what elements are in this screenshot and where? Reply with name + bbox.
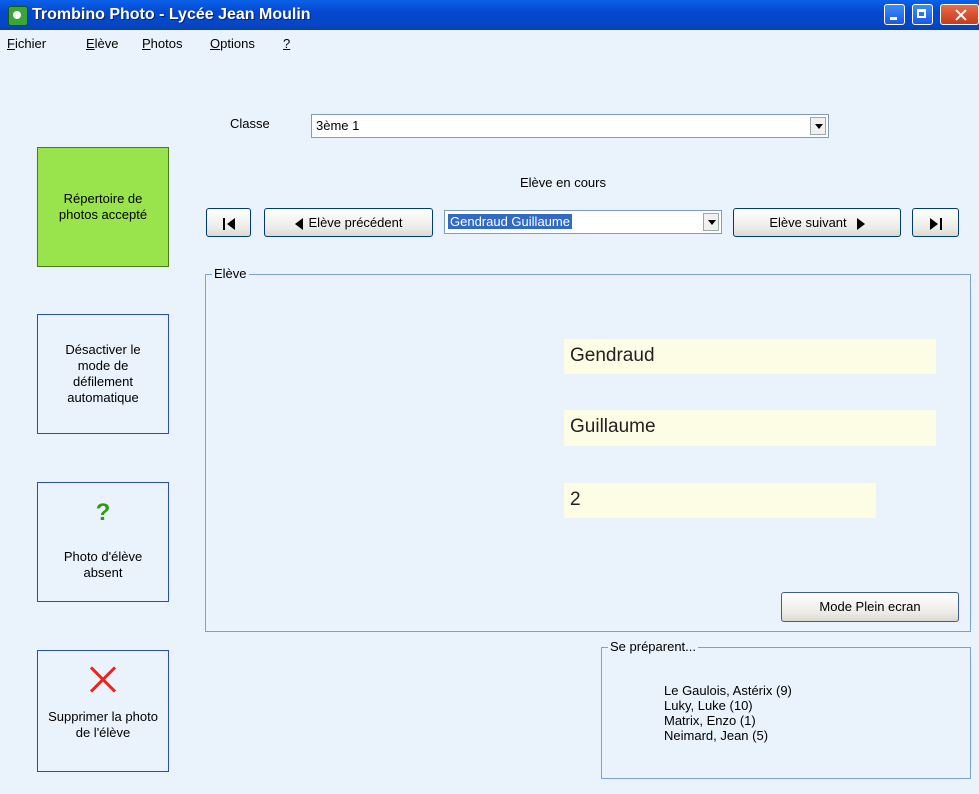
- student-firstname-field: Guillaume: [564, 410, 936, 446]
- maximize-button[interactable]: [912, 4, 933, 25]
- menu-options-label: ptions: [220, 36, 255, 51]
- student-groupbox: Elève: [205, 266, 971, 632]
- photo-directory-label: Répertoire de photos accepté: [58, 191, 148, 222]
- current-student-select[interactable]: Gendraud Guillaume: [444, 210, 722, 234]
- menu-eleve-label: lève: [94, 36, 119, 51]
- menu-eleve-mnemonic: E: [86, 36, 95, 51]
- absent-student-label: Photo d'élève absent: [63, 549, 143, 580]
- delete-student-photo-button[interactable]: Supprimer la photo de l'élève: [37, 650, 169, 772]
- first-student-button[interactable]: [206, 208, 251, 237]
- window-title: Trombino Photo - Lycée Jean Moulin: [32, 6, 311, 23]
- current-student-label: Elève en cours: [520, 175, 606, 190]
- menu-fichier-label: ichier: [14, 36, 47, 51]
- menu-fichier-mnemonic: F: [7, 36, 15, 51]
- previous-student-button[interactable]: Elève précédent: [264, 208, 433, 237]
- app-icon: [8, 6, 28, 26]
- disable-autoscroll-label: Désactiver le mode de défilement automat…: [65, 342, 141, 405]
- classe-value: 3ème 1: [316, 118, 360, 133]
- previous-student-label: Elève précédent: [308, 215, 403, 230]
- student-group-title: Elève: [212, 266, 249, 281]
- app-window: Trombino Photo - Lycée Jean Moulin Fichi…: [0, 0, 979, 794]
- fullscreen-mode-label: Mode Plein ecran: [819, 599, 921, 614]
- current-student-value: Gendraud Guillaume: [448, 214, 572, 229]
- title-bar[interactable]: Trombino Photo - Lycée Jean Moulin: [0, 0, 979, 30]
- preparing-group-title: Se préparent...: [608, 639, 698, 654]
- next-student-button[interactable]: Elève suivant: [733, 208, 901, 237]
- list-item: Matrix, Enzo (1): [664, 713, 756, 728]
- menu-eleve[interactable]: Elève: [86, 36, 119, 51]
- preparing-list: Le Gaulois, Astérix (9) Luky, Luke (10) …: [664, 683, 792, 743]
- next-student-label: Elève suivant: [769, 215, 847, 230]
- minimize-button[interactable]: [884, 4, 905, 25]
- arrow-right-icon: [856, 217, 865, 230]
- menu-options-mnemonic: O: [210, 36, 221, 51]
- delete-student-photo-label: Supprimer la photo de l'élève: [48, 709, 158, 740]
- student-lastname-field: Gendraud: [564, 339, 936, 374]
- menu-help[interactable]: ?: [283, 36, 290, 51]
- chevron-down-icon[interactable]: [810, 117, 826, 135]
- menu-bar: Fichier Elève Photos Options ?: [0, 30, 979, 60]
- menu-photos-label: hotos: [150, 36, 183, 51]
- chevron-down-icon[interactable]: [703, 213, 719, 231]
- disable-autoscroll-button[interactable]: Désactiver le mode de défilement automat…: [37, 314, 169, 434]
- skip-first-icon: [222, 215, 235, 230]
- list-item: Neimard, Jean (5): [664, 728, 769, 743]
- delete-x-icon: [89, 665, 117, 693]
- menu-photos[interactable]: Photos: [142, 36, 182, 51]
- close-button[interactable]: [940, 4, 979, 25]
- list-item: Luky, Luke (10): [664, 698, 753, 713]
- classe-select[interactable]: 3ème 1: [311, 114, 829, 138]
- question-icon: ?: [95, 499, 111, 526]
- absent-student-photo-button[interactable]: ? Photo d'élève absent: [37, 482, 169, 602]
- menu-help-mnemonic: ?: [283, 36, 291, 51]
- menu-photos-mnemonic: P: [142, 36, 151, 51]
- last-student-button[interactable]: [912, 208, 959, 237]
- classe-label: Classe: [230, 116, 270, 131]
- fullscreen-mode-button[interactable]: Mode Plein ecran: [781, 592, 959, 622]
- menu-fichier[interactable]: Fichier: [7, 36, 46, 51]
- menu-options[interactable]: Options: [210, 36, 255, 51]
- student-number-field: 2: [564, 483, 876, 518]
- skip-last-icon: [929, 215, 942, 230]
- photo-directory-accepted-button[interactable]: Répertoire de photos accepté: [37, 147, 169, 267]
- list-item: Le Gaulois, Astérix (9): [664, 683, 792, 698]
- arrow-left-icon: [294, 217, 303, 230]
